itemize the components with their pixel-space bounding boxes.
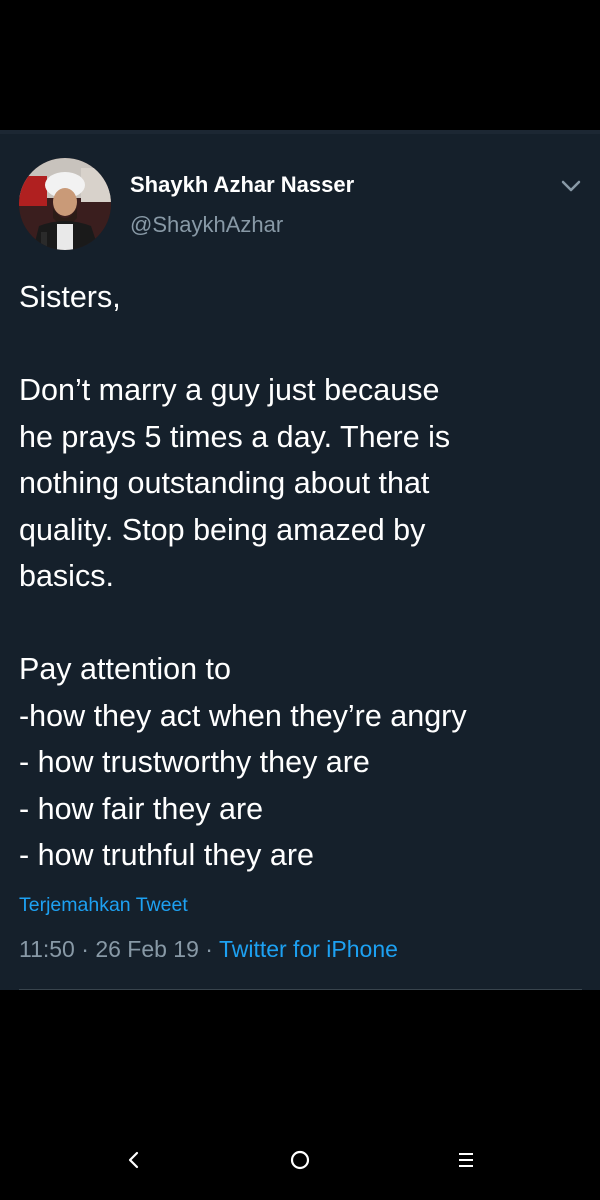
- chevron-down-icon[interactable]: [556, 174, 586, 198]
- tweet-text-line: nothing outstanding about that: [19, 466, 430, 500]
- tweet-source-link[interactable]: Twitter for iPhone: [219, 936, 398, 962]
- avatar-image: [19, 158, 111, 250]
- tweet-text: Sisters, Don’t marry a guy just because …: [19, 274, 584, 879]
- author-display-name[interactable]: Shaykh Azhar Nasser: [130, 172, 354, 198]
- meta-separator: ·: [198, 936, 219, 962]
- home-icon[interactable]: [280, 1138, 320, 1182]
- phone-screen: Shaykh Azhar Nasser @ShaykhAzhar Sisters…: [0, 0, 600, 1200]
- tweet-text-line: - how truthful they are: [19, 838, 314, 872]
- back-icon[interactable]: [113, 1138, 153, 1182]
- tweet-text-line: he prays 5 times a day. There is: [19, 419, 451, 454]
- tweet-text-line: - how fair they are: [19, 791, 264, 826]
- meta-separator: ·: [74, 936, 96, 962]
- author-handle[interactable]: @ShaykhAzhar: [130, 212, 283, 238]
- tweet-text-line: quality. Stop being amazed by: [19, 512, 426, 547]
- tweet-time: 11:50: [19, 936, 75, 962]
- tweet-date: 26 Feb 19: [95, 936, 199, 962]
- status-bar-area: [0, 0, 600, 130]
- tweet-text-line: [19, 600, 584, 647]
- divider: [19, 989, 582, 990]
- tweet-metadata: 11:50 · 26 Feb 19 · Twitter for iPhone: [19, 936, 398, 963]
- tweet-card: Shaykh Azhar Nasser @ShaykhAzhar Sisters…: [0, 130, 600, 990]
- translate-tweet-link[interactable]: Terjemahkan Tweet: [19, 894, 188, 917]
- tweet-text-line: Sisters,: [19, 280, 121, 314]
- android-navigation-bar: [0, 1120, 600, 1200]
- tweet-text-line: - how trustworthy they are: [19, 745, 370, 779]
- tweet-text-line: basics.: [19, 559, 114, 593]
- avatar[interactable]: [19, 158, 111, 250]
- tweet-text-line: Don’t marry a guy just because: [19, 373, 440, 407]
- tweet-text-line: Pay attention to: [19, 652, 231, 686]
- recents-icon[interactable]: [446, 1138, 486, 1182]
- tweet-text-line: -how they act when they’re angry: [19, 698, 467, 733]
- tweet-text-line: [19, 321, 584, 368]
